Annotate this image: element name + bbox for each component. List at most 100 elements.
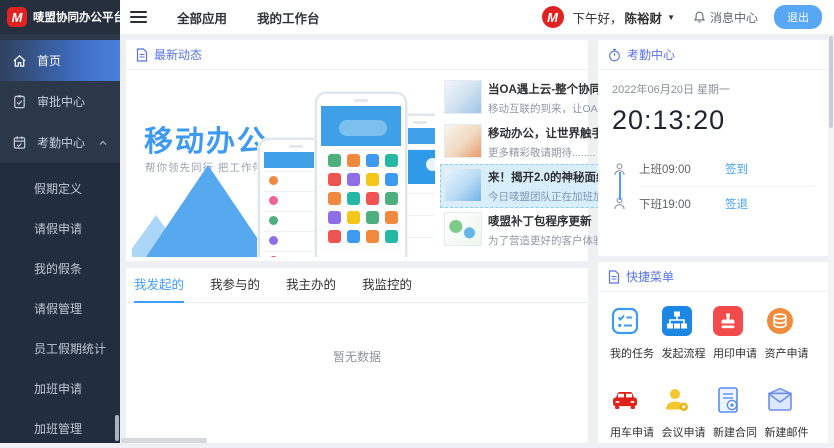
logo-block[interactable]: M 唛盟协同办公平台 [0, 0, 120, 34]
check-in-label: 上班09:00 [639, 161, 711, 177]
car-icon [610, 385, 640, 415]
news-item-desc: 更多精彩敬请期待........ [488, 145, 615, 160]
tab-initiated-by-me[interactable]: 我发起的 [134, 268, 184, 302]
top-header: M 唛盟协同办公平台 全部应用 我的工作台 M 下午好，陈裕财 ▼ 消息中心 退… [0, 0, 834, 34]
quick-item-start-workflow[interactable]: 发起流程 [662, 306, 714, 361]
tab-monitored-by-me[interactable]: 我监控的 [362, 268, 412, 302]
task-list-icon [610, 306, 640, 336]
sidebar-item-label: 考勤中心 [37, 134, 85, 151]
document-icon [608, 270, 620, 284]
logout-button[interactable]: 退出 [774, 5, 822, 29]
tab-hosted-by-me[interactable]: 我主办的 [286, 268, 336, 302]
sidebar-item-label: 审批中心 [37, 93, 85, 110]
quick-item-asset-request[interactable]: 资产申请 [765, 306, 817, 361]
attendance-clock: 20:13:20 [612, 105, 814, 136]
attendance-rows: 上班09:00 签到 下班19:00 签退 [612, 152, 814, 220]
quick-menu-header: 快捷菜单 [598, 262, 828, 292]
check-out-row: 下班19:00 签退 [612, 186, 814, 220]
quick-item-label: 新建合同 [713, 424, 765, 440]
mail-icon [765, 385, 795, 415]
message-center[interactable]: 消息中心 [693, 9, 758, 26]
quick-item-label: 资产申请 [765, 345, 817, 361]
document-icon [136, 48, 148, 62]
check-out-link[interactable]: 签退 [725, 196, 748, 212]
header-right: M 下午好，陈裕财 ▼ 消息中心 退出 [542, 5, 834, 29]
news-body: 移动办公 帮你领先同行 把工作带出办公室 当OA遇上云-整个协同OA移动互联的到… [126, 71, 588, 261]
quick-menu-title: 快捷菜单 [626, 268, 674, 285]
tab-participated-by-me[interactable]: 我参与的 [210, 268, 260, 302]
quick-item-seal-request[interactable]: 用印申请 [713, 306, 765, 361]
sidebar-item-home[interactable]: 首页 [0, 40, 120, 81]
nav-my-workspace[interactable]: 我的工作台 [257, 8, 320, 27]
sidebar-item-attendance-center[interactable]: 考勤中心 [0, 122, 120, 163]
assets-icon [765, 306, 795, 336]
page-scrollbar[interactable] [828, 34, 834, 443]
horizontal-scrollbar-thumb[interactable] [121, 438, 207, 443]
latest-news-title: 最新动态 [154, 46, 202, 63]
mountain-shape [146, 162, 270, 257]
app-title: 唛盟协同办公平台 [33, 9, 125, 25]
sidebar-subitem-leave-management[interactable]: 请假管理 [0, 288, 120, 328]
banner-headline: 移动办公 [144, 118, 268, 160]
timeline-connector [619, 172, 621, 200]
stopwatch-icon [608, 48, 621, 62]
sidebar-scrollbar[interactable] [115, 415, 119, 441]
sidebar-subitem-overtime-management[interactable]: 加班管理 [0, 408, 120, 448]
empty-state-text: 暂无数据 [126, 348, 588, 365]
approval-icon [12, 94, 27, 109]
check-in-row: 上班09:00 签到 [612, 152, 814, 186]
nav-all-apps[interactable]: 全部应用 [177, 8, 227, 27]
attendance-icon [12, 135, 27, 150]
quick-item-label: 我的任务 [610, 345, 662, 361]
quick-item-my-tasks[interactable]: 我的任务 [610, 306, 662, 361]
attendance-submenu: 假期定义 请假申请 我的假条 请假管理 员工假期统计 加班申请 加班管理 [0, 163, 120, 443]
contract-icon [713, 385, 743, 415]
news-item-title: 移动办公，让世界触手可 [488, 125, 615, 141]
greeting-text: 下午好， [573, 8, 623, 27]
sidebar-subitem-leave-request[interactable]: 请假申请 [0, 208, 120, 248]
quick-menu-panel: 快捷菜单 我的任务 发起流程 用印申请 资产申请 用车申请 会议申请 新建合 [598, 262, 828, 443]
quick-menu-grid: 我的任务 发起流程 用印申请 资产申请 用车申请 会议申请 新建合同 新建邮件 [598, 292, 828, 440]
news-banner-carousel[interactable]: 移动办公 帮你领先同行 把工作带出办公室 [132, 76, 435, 257]
user-avatar[interactable]: M [542, 6, 564, 28]
latest-news-panel: 最新动态 移动办公 帮你领先同行 把工作带出办公室 当OA遇上云-整个协同OA移… [126, 40, 588, 261]
quick-item-meeting-request[interactable]: 会议申请 [662, 385, 714, 440]
attendance-panel: 考勤中心 2022年06月20日 星期一 20:13:20 上班09:00 签到… [598, 40, 828, 256]
quick-item-label: 会议申请 [662, 424, 714, 440]
page-scrollbar-thumb[interactable] [829, 36, 833, 128]
stamp-icon [713, 306, 743, 336]
sidebar-subitem-my-leave-notes[interactable]: 我的假条 [0, 248, 120, 288]
latest-news-header: 最新动态 [126, 40, 588, 70]
sidebar-item-label: 首页 [37, 52, 61, 69]
check-in-link[interactable]: 签到 [725, 161, 748, 177]
quick-item-vehicle-request[interactable]: 用车申请 [610, 385, 662, 440]
quick-item-label: 新建邮件 [765, 424, 817, 440]
news-thumbnail [444, 124, 482, 158]
sidebar: 首页 审批中心 考勤中心 假期定义 请假申请 我的假条 请假管理 员工假期统计 … [0, 34, 120, 443]
quick-item-new-contract[interactable]: 新建合同 [713, 385, 765, 440]
bell-icon [693, 10, 706, 24]
banner-phone-mockup [315, 92, 407, 257]
username: 陈裕财 [625, 8, 663, 27]
meeting-icon [662, 385, 692, 415]
sidebar-item-approval-center[interactable]: 审批中心 [0, 81, 120, 122]
sidebar-subitem-employee-leave-stats[interactable]: 员工假期统计 [0, 328, 120, 368]
quick-item-label: 用车申请 [610, 424, 662, 440]
attendance-date: 2022年06月20日 星期一 [612, 81, 814, 97]
home-icon [12, 53, 27, 68]
sidebar-subitem-holiday-definition[interactable]: 假期定义 [0, 168, 120, 208]
app-logo-icon: M [7, 7, 27, 27]
chevron-up-icon [98, 138, 108, 148]
quick-item-new-mail[interactable]: 新建邮件 [765, 385, 817, 440]
workflow-panel: 我发起的 我参与的 我主办的 我监控的 暂无数据 [126, 268, 588, 443]
flowchart-icon [662, 306, 692, 336]
hamburger-menu-icon[interactable] [130, 8, 147, 26]
workflow-tabs: 我发起的 我参与的 我主办的 我监控的 [126, 268, 588, 303]
quick-item-label: 用印申请 [713, 345, 765, 361]
news-thumbnail [444, 80, 482, 114]
attendance-body: 2022年06月20日 星期一 20:13:20 上班09:00 签到 下班19… [598, 70, 828, 231]
caret-down-icon: ▼ [667, 13, 675, 22]
check-out-label: 下班19:00 [639, 196, 711, 212]
sidebar-subitem-overtime-request[interactable]: 加班申请 [0, 368, 120, 408]
user-menu[interactable]: 下午好，陈裕财 ▼ [573, 8, 675, 27]
